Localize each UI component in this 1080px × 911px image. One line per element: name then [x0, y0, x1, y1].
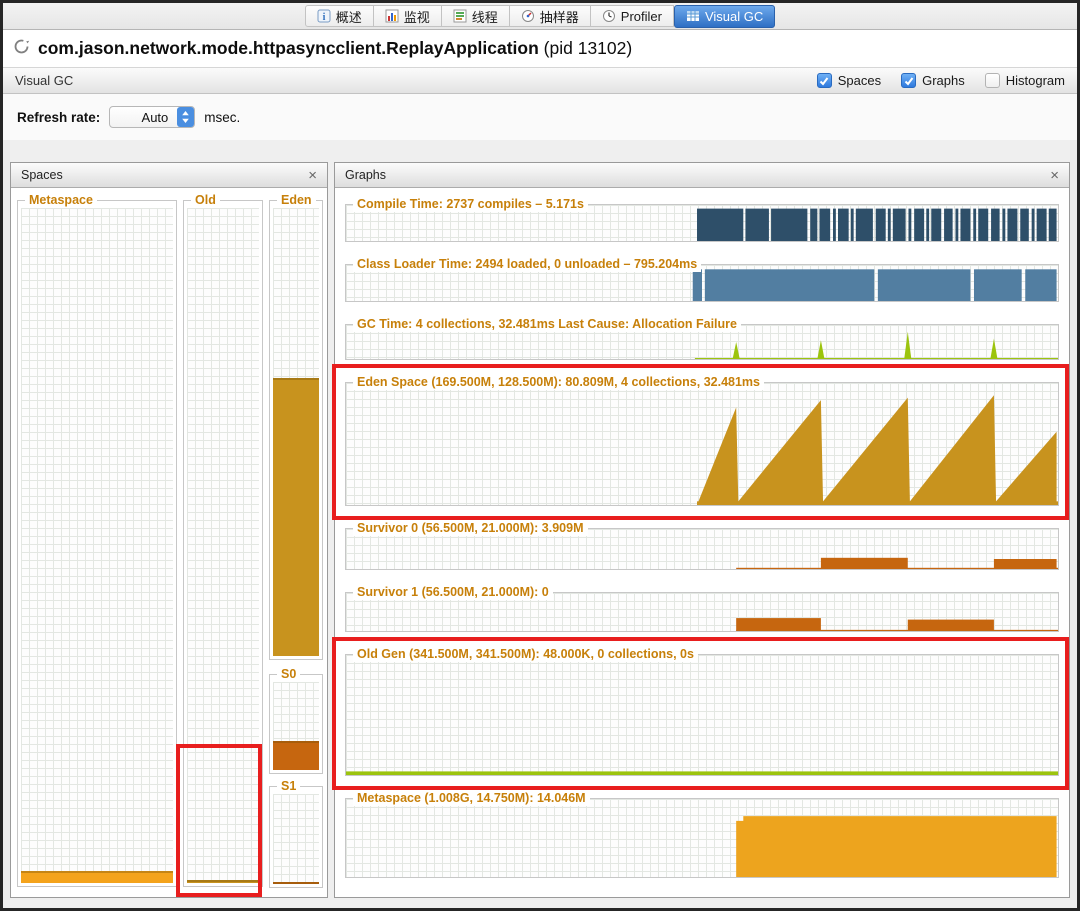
refresh-rate-row: Refresh rate: Auto msec. [3, 94, 1077, 140]
old-gen-graph: Old Gen (341.500M, 341.500M): 48.000K, 0… [345, 647, 1059, 776]
tab-threads[interactable]: 线程 [441, 5, 510, 27]
tab-monitor[interactable]: 监视 [373, 5, 442, 27]
threads-icon [453, 9, 467, 23]
survivor1-fill-bar [273, 882, 319, 884]
space-column-label: S1 [277, 779, 301, 794]
survivor1-graph: Survivor 1 (56.500M, 21.000M): 0 [345, 585, 1059, 632]
metaspace-graph: Metaspace (1.008G, 14.750M): 14.046M [345, 791, 1059, 878]
graphs-panel-title: Graphs [345, 168, 386, 182]
old-space-plot [187, 208, 259, 883]
checkbox-icon [984, 73, 1000, 88]
refresh-rate-unit: msec. [204, 109, 241, 125]
app-class-name: com.jason.network.mode.httpasyncclient.R… [38, 38, 539, 58]
eden-space-plot-graph [346, 383, 1058, 505]
graph-title: Survivor 1 (56.500M, 21.000M): 0 [353, 585, 553, 600]
tab-bar: i 概述 监视 线程 抽样器 Profiler Visual GC [3, 3, 1077, 30]
tab-profiler[interactable]: Profiler [590, 5, 674, 27]
visualgc-toolbar-label: Visual GC [15, 73, 74, 88]
view-checkbox-group: Spaces Graphs Histogram [816, 73, 1065, 88]
spaces-panel-body: Metaspace Old Eden S0 S1 [11, 188, 327, 897]
old-gen-plot [346, 655, 1058, 775]
svg-text:i: i [322, 12, 325, 23]
graphs-checkbox[interactable]: Graphs [901, 73, 965, 88]
visualvm-window: i 概述 监视 线程 抽样器 Profiler Visual GC com.ja… [3, 3, 1077, 908]
eden-space-column: Eden [269, 193, 323, 660]
visualgc-toolbar: Visual GC Spaces Graphs Histogram [3, 67, 1077, 94]
checkbox-label: Histogram [1005, 73, 1065, 88]
graph-title: Class Loader Time: 2494 loaded, 0 unload… [353, 257, 702, 272]
refresh-rate-label: Refresh rate: [17, 109, 101, 125]
tab-label: 线程 [471, 9, 498, 25]
graph-title: GC Time: 4 collections, 32.481ms Last Ca… [353, 317, 741, 332]
refresh-rate-select[interactable]: Auto [109, 106, 196, 128]
histogram-checkbox[interactable]: Histogram [984, 73, 1065, 88]
tab-label: Visual GC [704, 8, 764, 24]
dropdown-stepper-icon [177, 107, 195, 127]
metaspace-fill-bar [21, 870, 173, 883]
app-spinner-icon [13, 38, 30, 60]
survivor0-fill-bar [273, 740, 319, 770]
screenshot-frame: i 概述 监视 线程 抽样器 Profiler Visual GC com.ja… [0, 0, 1080, 911]
survivor0-space-plot [273, 682, 319, 770]
space-column-label: Metaspace [25, 193, 97, 208]
graphs-panel-header: Graphs × [335, 163, 1069, 188]
old-fill-bar [187, 879, 259, 883]
graph-title: Compile Time: 2737 compiles – 5.171s [353, 197, 588, 212]
tab-strip: i 概述 监视 线程 抽样器 Profiler Visual GC [304, 4, 776, 28]
monitor-icon [385, 9, 399, 23]
app-pid: (pid 13102) [543, 38, 633, 58]
old-space-column: Old [183, 193, 263, 887]
class-loader-time-graph: Class Loader Time: 2494 loaded, 0 unload… [345, 257, 1059, 302]
checkbox-label: Graphs [922, 73, 965, 88]
survivor1-space-plot [273, 794, 319, 884]
tab-overview[interactable]: i 概述 [304, 5, 374, 27]
checkbox-icon [901, 73, 917, 88]
spaces-panel: Spaces × Metaspace Old Eden S0 S1 [10, 162, 328, 898]
graph-title: Metaspace (1.008G, 14.750M): 14.046M [353, 791, 590, 806]
eden-space-graph: Eden Space (169.500M, 128.500M): 80.809M… [345, 375, 1059, 506]
spaces-panel-header: Spaces × [11, 163, 327, 188]
graphs-panel-body: Compile Time: 2737 compiles – 5.171s Cla… [335, 188, 1069, 897]
eden-fill-bar [273, 378, 319, 656]
gc-time-graph: GC Time: 4 collections, 32.481ms Last Ca… [345, 317, 1059, 360]
space-column-label: S0 [277, 667, 301, 682]
page-title: com.jason.network.mode.httpasyncclient.R… [38, 38, 632, 59]
graph-title: Survivor 0 (56.500M, 21.000M): 3.909M [353, 521, 588, 536]
compile-time-graph: Compile Time: 2737 compiles – 5.171s [345, 197, 1059, 242]
graphs-panel: Graphs × Compile Time: 2737 compiles – 5… [334, 162, 1070, 898]
close-icon[interactable]: × [1050, 168, 1059, 183]
tab-visual-gc[interactable]: Visual GC [673, 4, 776, 28]
eden-space-plot [273, 208, 319, 656]
graph-title: Eden Space (169.500M, 128.500M): 80.809M… [353, 375, 764, 390]
spaces-checkbox[interactable]: Spaces [816, 73, 882, 88]
tab-label: 监视 [403, 9, 430, 25]
spaces-panel-title: Spaces [21, 168, 63, 182]
graph-title: Old Gen (341.500M, 341.500M): 48.000K, 0… [353, 647, 698, 662]
tab-sampler[interactable]: 抽样器 [509, 5, 591, 27]
checkbox-label: Spaces [837, 73, 882, 88]
tab-label: Profiler [620, 8, 662, 24]
metaspace-space-plot [21, 208, 173, 883]
space-column-label: Old [191, 193, 220, 208]
checkbox-icon [816, 73, 832, 88]
visualgc-icon [686, 9, 700, 23]
space-column-label: Eden [277, 193, 316, 208]
profiler-icon [602, 9, 616, 23]
survivor1-space-column: S1 [269, 779, 323, 888]
metaspace-plot-graph [346, 799, 1058, 877]
sampler-icon [521, 9, 535, 23]
survivor0-graph: Survivor 0 (56.500M, 21.000M): 3.909M [345, 521, 1059, 570]
application-title-bar: com.jason.network.mode.httpasyncclient.R… [3, 30, 1077, 67]
survivor0-space-column: S0 [269, 667, 323, 774]
close-icon[interactable]: × [308, 168, 317, 183]
tab-label: 抽样器 [539, 9, 579, 25]
overview-icon: i [317, 9, 331, 23]
tab-label: 概述 [335, 9, 362, 25]
metaspace-space-column: Metaspace [17, 193, 177, 887]
